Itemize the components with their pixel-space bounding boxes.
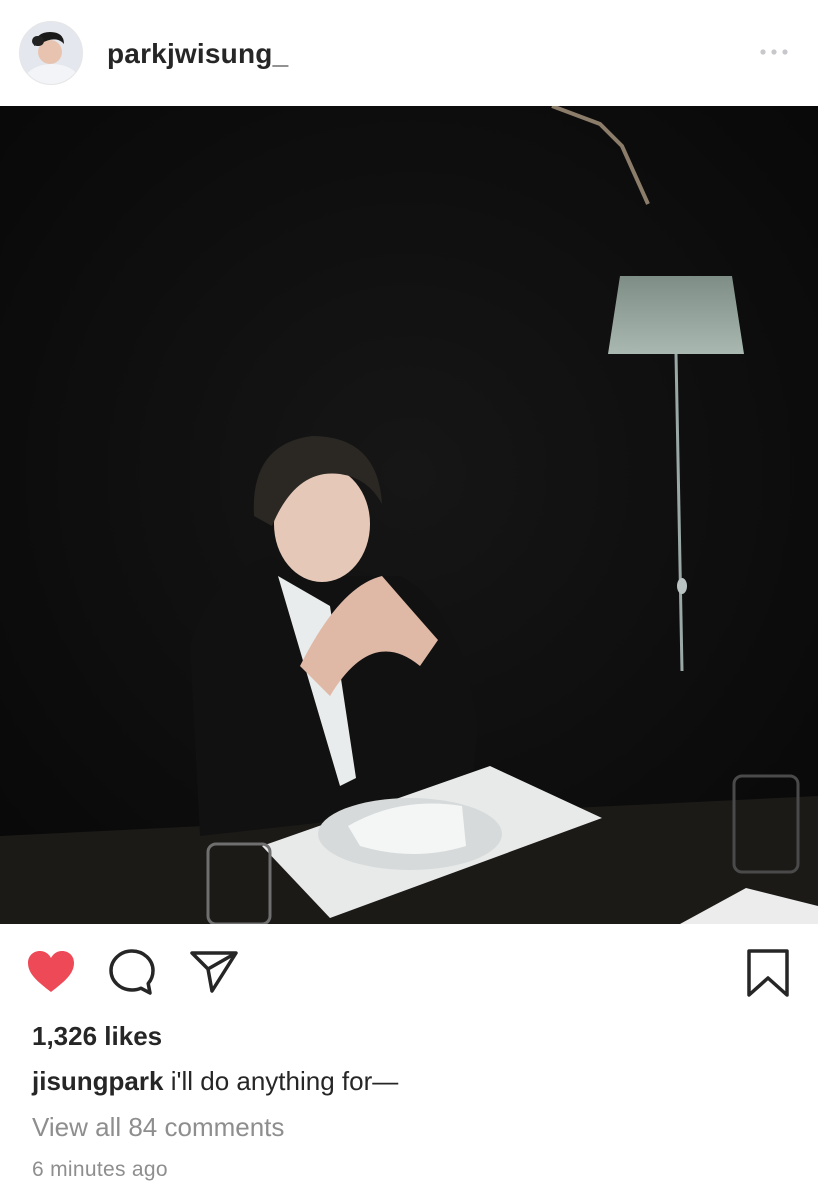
avatar-image [20,22,82,84]
post-photo[interactable] [0,106,818,924]
comment-bubble-icon [109,949,155,995]
action-bar [0,924,818,1020]
avatar[interactable] [19,21,83,85]
more-options-button[interactable] [758,44,790,60]
like-button[interactable] [26,950,76,994]
share-button[interactable] [190,950,238,994]
heart-filled-icon [28,951,74,992]
post-timestamp: 6 minutes ago [32,1158,168,1181]
more-horizontal-icon [760,49,788,55]
post-header: parkjwisung_ [0,0,818,106]
save-button[interactable] [746,948,790,998]
bookmark-icon [747,949,789,997]
photo-illustration [0,106,818,924]
post-username[interactable]: parkjwisung_ [107,38,288,70]
caption-username[interactable]: jisungpark [32,1066,163,1096]
paper-plane-icon [190,951,238,993]
post-caption: jisungpark i'll do anything for— [32,1066,398,1097]
caption-text: i'll do anything for— [170,1066,399,1096]
likes-count[interactable]: 1,326 likes [32,1021,162,1052]
comment-button[interactable] [108,948,156,996]
view-comments-link[interactable]: View all 84 comments [32,1112,284,1143]
